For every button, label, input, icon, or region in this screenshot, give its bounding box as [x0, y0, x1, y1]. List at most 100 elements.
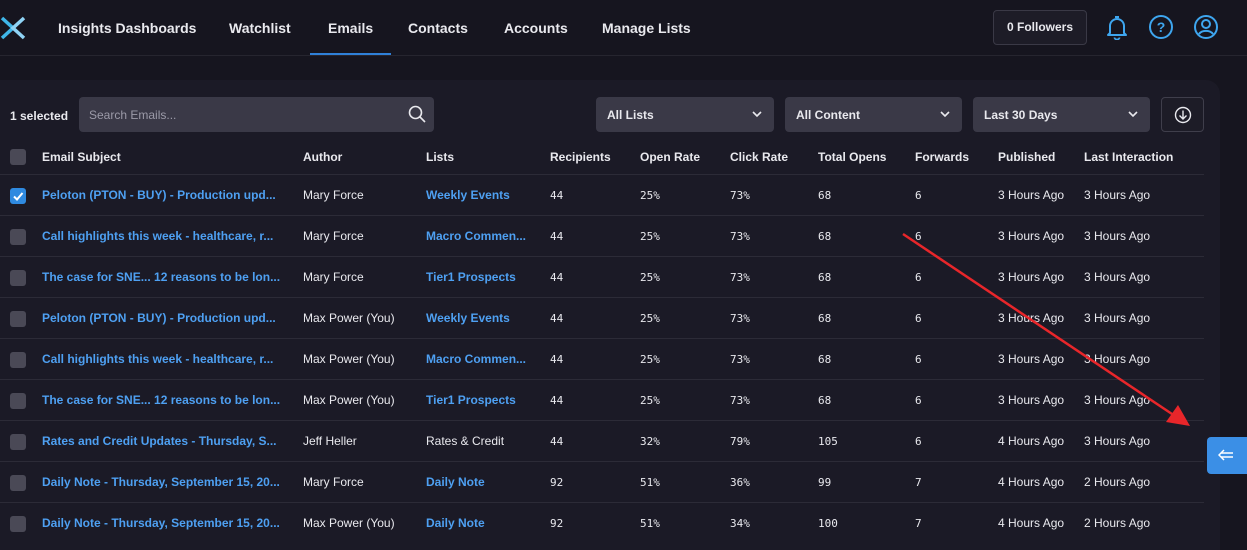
search-icon[interactable]: [408, 105, 426, 123]
email-subject-link[interactable]: Call highlights this week - healthcare, …: [42, 229, 273, 243]
row-checkbox[interactable]: [10, 434, 26, 450]
author-cell: Mary Force: [303, 229, 364, 243]
nav-item-insights-dashboards[interactable]: Insights Dashboards: [58, 20, 196, 36]
column-header-last-interaction[interactable]: Last Interaction: [1084, 150, 1173, 164]
help-icon[interactable]: ?: [1148, 14, 1174, 40]
table-row[interactable]: Call highlights this week - healthcare, …: [0, 338, 1204, 379]
last-interaction-cell: 3 Hours Ago: [1084, 352, 1151, 366]
row-checkbox[interactable]: [10, 393, 26, 409]
table-row[interactable]: Call highlights this week - healthcare, …: [0, 215, 1204, 256]
last-interaction-cell: 2 Hours Ago: [1084, 516, 1151, 530]
side-panel-toggle-button[interactable]: [1207, 437, 1247, 474]
nav-item-accounts[interactable]: Accounts: [504, 20, 568, 36]
list-cell[interactable]: Daily Note: [426, 475, 485, 489]
list-cell[interactable]: Tier1 Prospects: [426, 393, 516, 407]
forwards-cell: 6: [915, 230, 922, 243]
nav-item-emails[interactable]: Emails: [309, 20, 392, 55]
last-interaction-cell: 3 Hours Ago: [1084, 434, 1151, 448]
forwards-cell: 6: [915, 394, 922, 407]
user-icon[interactable]: [1193, 14, 1219, 40]
email-subject-link[interactable]: Peloton (PTON - BUY) - Production upd...: [42, 188, 276, 202]
recipients-cell: 44: [550, 271, 564, 284]
email-subject-link[interactable]: Call highlights this week - healthcare, …: [42, 352, 273, 366]
column-header-published[interactable]: Published: [998, 150, 1055, 164]
nav-item-watchlist[interactable]: Watchlist: [229, 20, 291, 36]
chevron-down-icon: [940, 111, 950, 118]
email-subject-link[interactable]: Peloton (PTON - BUY) - Production upd...: [42, 311, 276, 325]
row-checkbox[interactable]: [10, 516, 26, 532]
table-row[interactable]: Peloton (PTON - BUY) - Production upd...…: [0, 297, 1204, 338]
date-range-dropdown[interactable]: Last 30 Days: [973, 97, 1150, 132]
row-checkbox[interactable]: [10, 270, 26, 286]
click-rate-cell: 79%: [730, 435, 750, 448]
nav-item-manage-lists[interactable]: Manage Lists: [602, 20, 691, 36]
author-cell: Max Power (You): [303, 311, 395, 325]
column-header-author[interactable]: Author: [303, 150, 342, 164]
table-row[interactable]: Peloton (PTON - BUY) - Production upd...…: [0, 174, 1204, 215]
content-filter-value: All Content: [796, 108, 860, 122]
row-checkbox[interactable]: [10, 229, 26, 245]
app-logo-icon[interactable]: [0, 14, 26, 42]
open-rate-cell: 32%: [640, 435, 660, 448]
column-header-open-rate[interactable]: Open Rate: [640, 150, 700, 164]
lists-filter-dropdown[interactable]: All Lists: [596, 97, 774, 132]
row-checkbox[interactable]: [10, 188, 26, 204]
recipients-cell: 44: [550, 394, 564, 407]
column-header-total-opens[interactable]: Total Opens: [818, 150, 886, 164]
nav-item-contacts[interactable]: Contacts: [408, 20, 468, 36]
click-rate-cell: 73%: [730, 230, 750, 243]
last-interaction-cell: 3 Hours Ago: [1084, 188, 1151, 202]
table-row[interactable]: Rates and Credit Updates - Thursday, S..…: [0, 420, 1204, 461]
row-checkbox[interactable]: [10, 475, 26, 491]
list-cell[interactable]: Weekly Events: [426, 311, 510, 325]
author-cell: Mary Force: [303, 475, 364, 489]
email-subject-link[interactable]: The case for SNE... 12 reasons to be lon…: [42, 270, 280, 284]
total-opens-cell: 68: [818, 189, 832, 202]
total-opens-cell: 68: [818, 353, 832, 366]
email-subject-link[interactable]: The case for SNE... 12 reasons to be lon…: [42, 393, 280, 407]
column-header-lists[interactable]: Lists: [426, 150, 454, 164]
open-rate-cell: 25%: [640, 312, 660, 325]
total-opens-cell: 105: [818, 435, 838, 448]
click-rate-cell: 34%: [730, 517, 750, 530]
click-rate-cell: 73%: [730, 312, 750, 325]
published-cell: 4 Hours Ago: [998, 434, 1065, 448]
open-rate-cell: 25%: [640, 353, 660, 366]
search-input[interactable]: [79, 97, 399, 132]
row-checkbox[interactable]: [10, 352, 26, 368]
recipients-cell: 44: [550, 312, 564, 325]
last-interaction-cell: 3 Hours Ago: [1084, 311, 1151, 325]
list-cell[interactable]: Macro Commen...: [426, 352, 526, 366]
click-rate-cell: 73%: [730, 271, 750, 284]
email-subject-link[interactable]: Daily Note - Thursday, September 15, 20.…: [42, 475, 280, 489]
row-checkbox[interactable]: [10, 311, 26, 327]
download-button[interactable]: [1161, 97, 1204, 132]
column-header-click-rate[interactable]: Click Rate: [730, 150, 788, 164]
total-opens-cell: 68: [818, 271, 832, 284]
list-cell[interactable]: Macro Commen...: [426, 229, 526, 243]
total-opens-cell: 100: [818, 517, 838, 530]
column-header-recipients[interactable]: Recipients: [550, 150, 611, 164]
select-all-checkbox[interactable]: [10, 149, 26, 165]
forwards-cell: 6: [915, 312, 922, 325]
email-subject-link[interactable]: Rates and Credit Updates - Thursday, S..…: [42, 434, 277, 448]
table-row[interactable]: Daily Note - Thursday, September 15, 20.…: [0, 461, 1204, 502]
list-cell[interactable]: Weekly Events: [426, 188, 510, 202]
list-cell[interactable]: Tier1 Prospects: [426, 270, 516, 284]
table-row[interactable]: The case for SNE... 12 reasons to be lon…: [0, 379, 1204, 420]
bell-icon[interactable]: [1104, 14, 1130, 40]
column-header-email-subject[interactable]: Email Subject: [42, 150, 121, 164]
table-row[interactable]: Daily Note - Thursday, September 15, 20.…: [0, 502, 1204, 543]
content-filter-dropdown[interactable]: All Content: [785, 97, 962, 132]
total-opens-cell: 68: [818, 230, 832, 243]
table-row[interactable]: The case for SNE... 12 reasons to be lon…: [0, 256, 1204, 297]
email-subject-link[interactable]: Daily Note - Thursday, September 15, 20.…: [42, 516, 280, 530]
list-cell[interactable]: Daily Note: [426, 516, 485, 530]
followers-button[interactable]: 0 Followers: [993, 10, 1087, 45]
total-opens-cell: 68: [818, 394, 832, 407]
column-header-forwards[interactable]: Forwards: [915, 150, 969, 164]
author-cell: Jeff Heller: [303, 434, 357, 448]
search-box[interactable]: [79, 97, 434, 132]
published-cell: 3 Hours Ago: [998, 393, 1065, 407]
author-cell: Mary Force: [303, 188, 364, 202]
